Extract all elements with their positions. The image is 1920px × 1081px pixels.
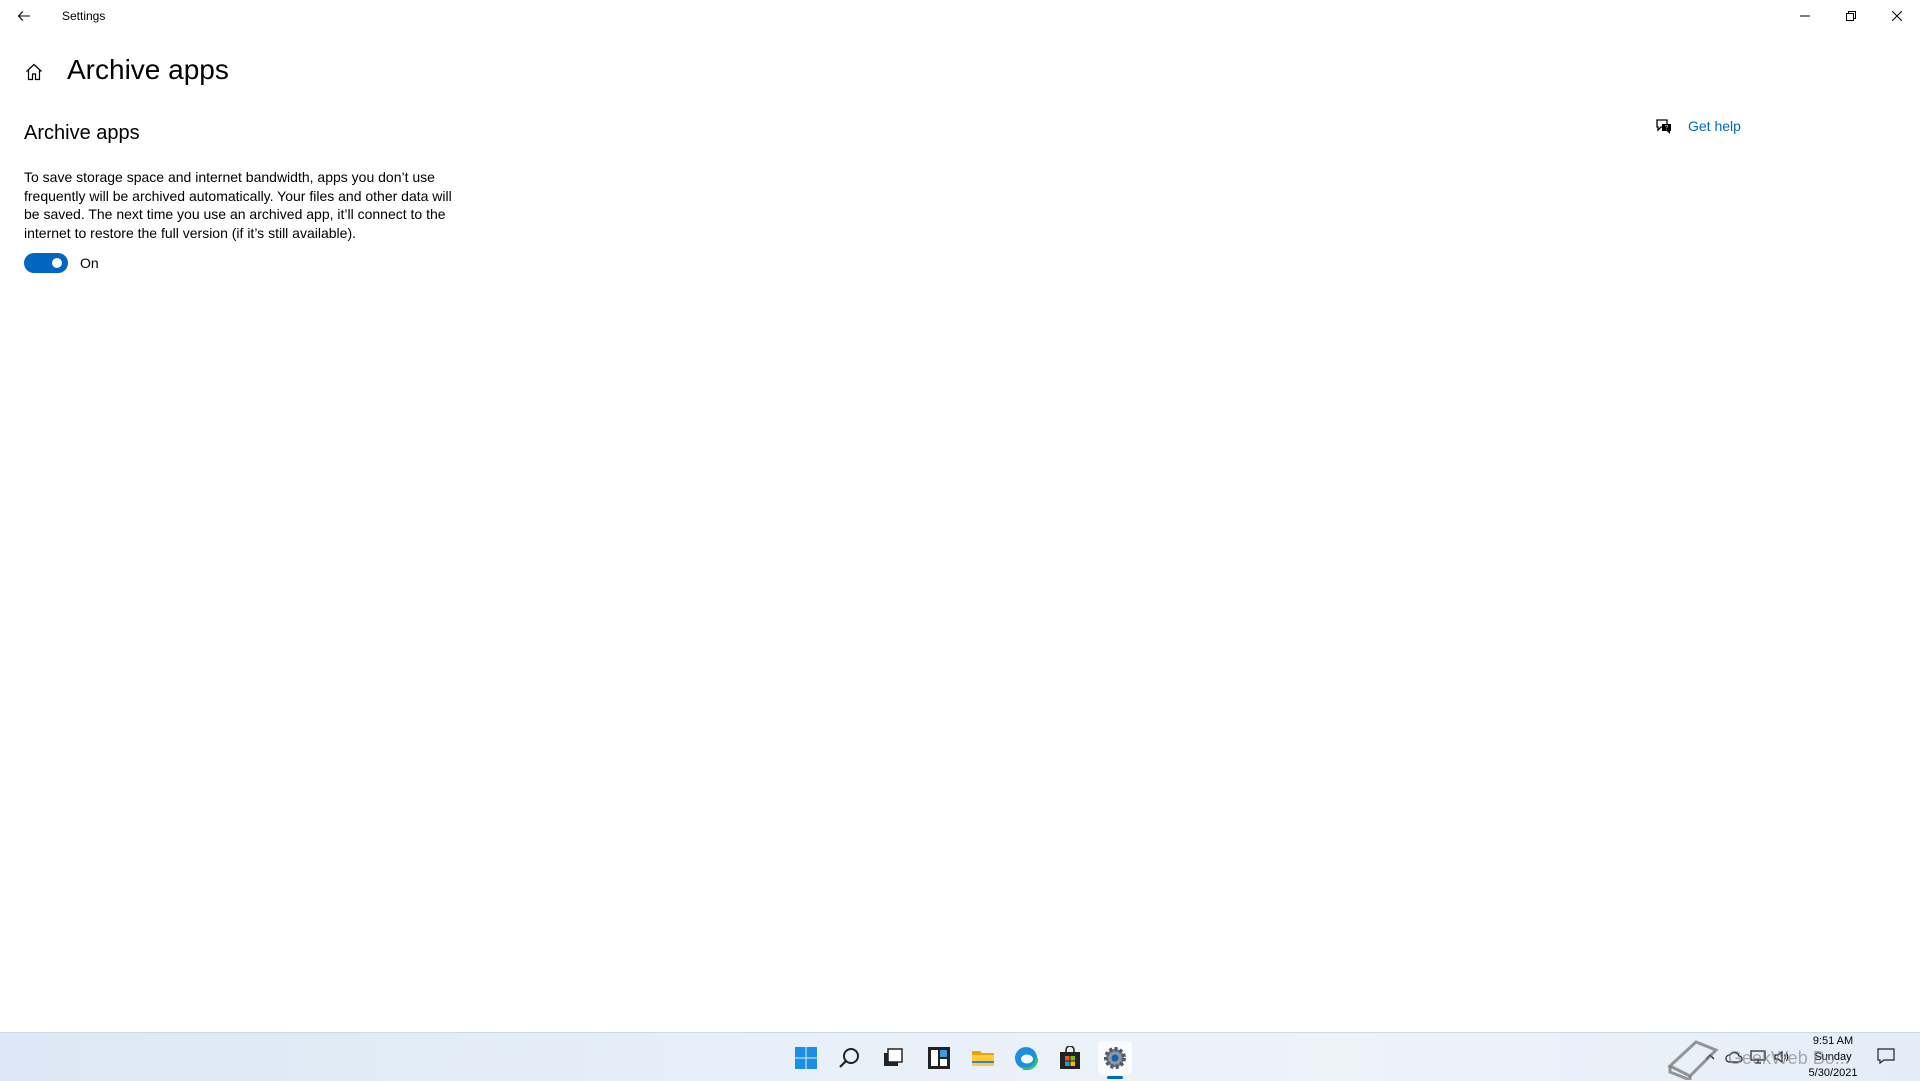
edge-icon	[1014, 1046, 1038, 1070]
clock-time: 9:51 AM	[1812, 1035, 1854, 1047]
chevron-up-icon	[1705, 1054, 1715, 1060]
show-hidden-icons-button[interactable]	[1700, 1047, 1720, 1067]
title-bar: Settings	[0, 0, 1920, 32]
search-button[interactable]	[833, 1041, 867, 1075]
back-button[interactable]	[0, 0, 48, 32]
system-tray	[1700, 1033, 1792, 1081]
toggle-state-label: On	[80, 255, 99, 271]
settings-icon	[1104, 1047, 1126, 1069]
volume-tray-button[interactable]	[1772, 1047, 1792, 1067]
cloud-icon	[1725, 1052, 1743, 1063]
minimize-button[interactable]	[1782, 0, 1828, 32]
onedrive-tray-button[interactable]	[1724, 1047, 1744, 1067]
widgets-button[interactable]	[922, 1041, 956, 1075]
file-explorer-button[interactable]	[966, 1041, 1000, 1075]
get-help-link[interactable]: Get help	[1688, 118, 1741, 134]
restore-icon	[1846, 11, 1856, 21]
page-title: Archive apps	[67, 54, 229, 85]
app-title: Settings	[62, 9, 106, 23]
settings-button[interactable]	[1098, 1041, 1132, 1075]
clock-day: Sunday	[1814, 1051, 1852, 1063]
notification-center-button[interactable]	[1876, 1047, 1898, 1067]
archive-description: To save storage space and internet bandw…	[24, 169, 452, 241]
start-icon	[795, 1047, 817, 1069]
store-icon	[1060, 1046, 1080, 1069]
task-view-icon	[884, 1048, 903, 1066]
task-view-button[interactable]	[876, 1041, 910, 1075]
get-help-icon[interactable]: ?	[1654, 116, 1674, 136]
start-button[interactable]	[789, 1041, 823, 1075]
notification-icon	[1877, 1048, 1895, 1065]
store-button[interactable]	[1053, 1041, 1087, 1075]
close-button[interactable]	[1874, 0, 1920, 32]
taskbar-clock[interactable]: 9:51 AM Sunday 5/30/2021	[1796, 1033, 1870, 1081]
close-icon	[1892, 11, 1902, 21]
file-explorer-icon	[972, 1051, 994, 1066]
restore-button[interactable]	[1828, 0, 1874, 32]
network-icon	[1750, 1050, 1766, 1064]
home-button[interactable]	[20, 58, 48, 86]
back-arrow-icon	[17, 11, 30, 21]
section-title: Archive apps	[24, 122, 140, 144]
archive-apps-toggle[interactable]	[24, 253, 68, 273]
clock-date: 5/30/2021	[1808, 1067, 1858, 1079]
search-icon	[839, 1048, 859, 1068]
home-icon	[26, 63, 42, 81]
volume-icon	[1774, 1050, 1789, 1064]
active-app-indicator	[1107, 1076, 1123, 1079]
minimize-icon	[1800, 15, 1810, 17]
toggle-knob	[52, 258, 62, 268]
widgets-icon	[928, 1047, 950, 1069]
edge-button[interactable]	[1009, 1041, 1043, 1075]
taskbar: 9:51 AM Sunday 5/30/2021	[0, 1032, 1920, 1081]
network-tray-button[interactable]	[1748, 1047, 1768, 1067]
